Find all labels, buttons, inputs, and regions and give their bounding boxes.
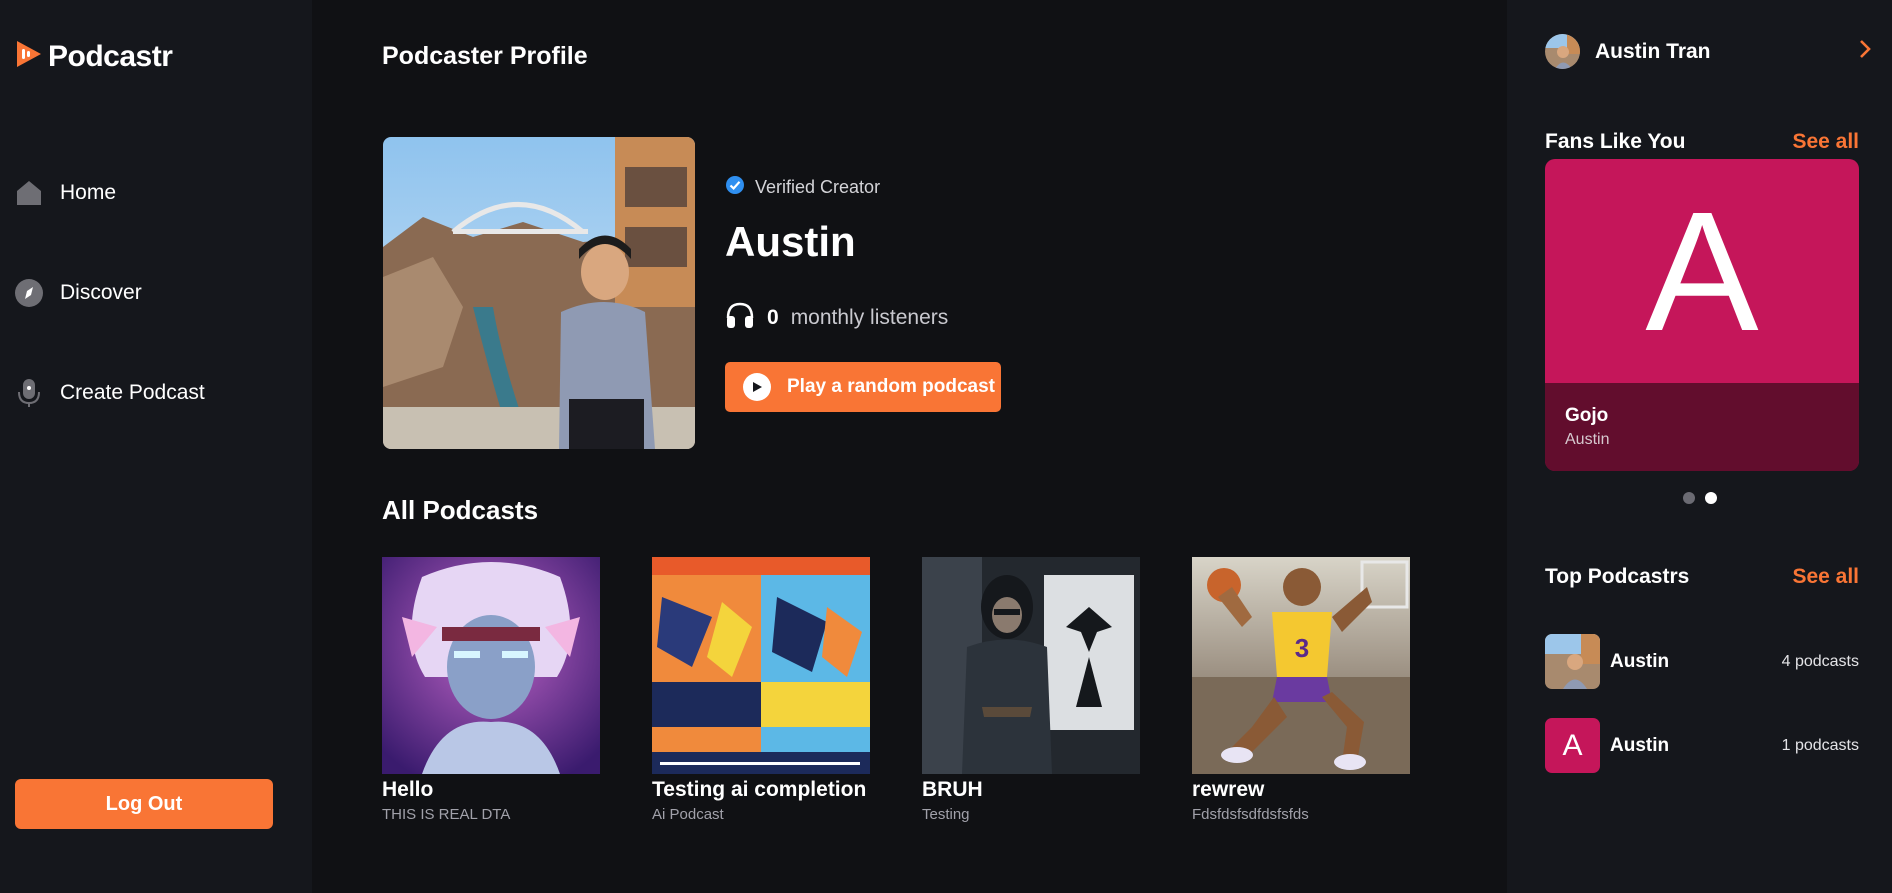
top-podcastrs-header: Top Podcastrs See all xyxy=(1545,565,1859,589)
podcast-description: THIS IS REAL DTA xyxy=(382,806,511,823)
podcast-title: Testing ai completion xyxy=(652,778,867,801)
logo-icon xyxy=(14,38,44,75)
svg-text:3: 3 xyxy=(1295,633,1309,663)
podcast-thumbnail: 3 xyxy=(1192,557,1410,774)
all-podcasts-title: All Podcasts xyxy=(382,495,539,525)
headphones-icon xyxy=(725,301,755,335)
top-see-all-link[interactable]: See all xyxy=(1792,565,1859,589)
top-podcastr-row[interactable]: Austin 4 podcasts xyxy=(1545,634,1859,689)
fan-card-title: Gojo xyxy=(1565,405,1609,426)
fan-card-letter: A xyxy=(1645,176,1759,367)
user-profile-link[interactable]: Austin Tran xyxy=(1545,34,1872,69)
sidebar-item-home[interactable]: Home xyxy=(14,178,116,208)
podcast-card[interactable]: Hello THIS IS REAL DTA xyxy=(382,557,600,823)
carousel-dots xyxy=(1683,492,1717,504)
podcast-card[interactable]: BRUH Testing xyxy=(922,557,1140,823)
podcast-title: BRUH xyxy=(922,778,983,801)
fans-like-you-title: Fans Like You xyxy=(1545,130,1686,153)
podcast-card[interactable]: 3 rewrew Fdsfdsfsdfdsfsfds xyxy=(1192,557,1410,823)
microphone-icon xyxy=(14,378,44,408)
fans-see-all-link[interactable]: See all xyxy=(1792,130,1859,154)
avatar xyxy=(1545,34,1580,69)
sidebar-item-discover[interactable]: Discover xyxy=(14,278,142,308)
compass-icon xyxy=(14,278,44,308)
sidebar-item-label: Discover xyxy=(60,281,142,304)
podcast-description: Ai Podcast xyxy=(652,806,724,823)
main-content: Podcaster Profile Verified Creator Austi… xyxy=(312,0,1507,893)
listeners-label: monthly listeners xyxy=(790,306,949,329)
profile-name: Austin xyxy=(725,218,856,265)
verified-label: Verified Creator xyxy=(755,177,881,197)
sidebar-item-create-podcast[interactable]: Create Podcast xyxy=(14,378,205,408)
play-random-podcast-button[interactable]: Play a random podcast xyxy=(725,362,1001,412)
fans-like-you-header: Fans Like You See all xyxy=(1545,130,1859,154)
fan-podcast-card[interactable]: A Gojo Austin xyxy=(1545,159,1859,471)
verified-badge: Verified Creator xyxy=(725,175,880,200)
top-podcastrs-title: Top Podcastrs xyxy=(1545,565,1690,588)
logout-button[interactable]: Log Out xyxy=(15,779,273,829)
carousel-dot-active[interactable] xyxy=(1705,492,1717,504)
podcast-description: Fdsfdsfsdfdsfsfds xyxy=(1192,806,1309,823)
verified-icon xyxy=(725,175,745,200)
listeners-count: 0 xyxy=(767,306,779,329)
podcast-description: Testing xyxy=(922,806,970,823)
podcast-thumbnail xyxy=(652,557,870,774)
chevron-right-icon xyxy=(1858,39,1872,64)
podcast-count: 1 podcasts xyxy=(1781,736,1859,754)
sidebar-item-label: Create Podcast xyxy=(60,381,205,404)
carousel-dot[interactable] xyxy=(1683,492,1695,504)
avatar-letter: A xyxy=(1545,718,1600,773)
podcast-thumbnail xyxy=(382,557,600,774)
page-title: Podcaster Profile xyxy=(382,42,588,70)
sidebar-item-label: Home xyxy=(60,181,117,204)
podcast-card[interactable]: Testing ai completion Ai Podcast xyxy=(652,557,870,823)
monthly-listeners: 0 monthly listeners xyxy=(725,301,948,335)
avatar xyxy=(1545,634,1600,689)
play-icon xyxy=(743,373,771,401)
podcast-count: 4 podcasts xyxy=(1781,652,1859,670)
home-icon xyxy=(14,178,44,208)
fan-card-info: Gojo Austin xyxy=(1545,383,1859,471)
podcast-title: rewrew xyxy=(1192,778,1265,801)
app-name: Podcastr xyxy=(48,39,173,73)
podcastr-name: Austin xyxy=(1610,734,1670,756)
user-name: Austin Tran xyxy=(1595,39,1711,63)
fan-card-author: Austin xyxy=(1565,431,1610,448)
logo[interactable]: Podcastr xyxy=(14,38,173,75)
podcast-title: Hello xyxy=(382,778,434,801)
left-sidebar: Podcastr Home Discover Create Podcast Lo… xyxy=(0,0,312,893)
top-podcastr-row[interactable]: A Austin 1 podcasts xyxy=(1545,718,1859,773)
right-sidebar: Austin Tran Fans Like You See all A Gojo… xyxy=(1507,0,1892,893)
play-button-label: Play a random podcast xyxy=(787,376,996,397)
podcastr-name: Austin xyxy=(1610,650,1670,672)
podcast-thumbnail xyxy=(922,557,1140,774)
profile-photo xyxy=(383,137,695,449)
